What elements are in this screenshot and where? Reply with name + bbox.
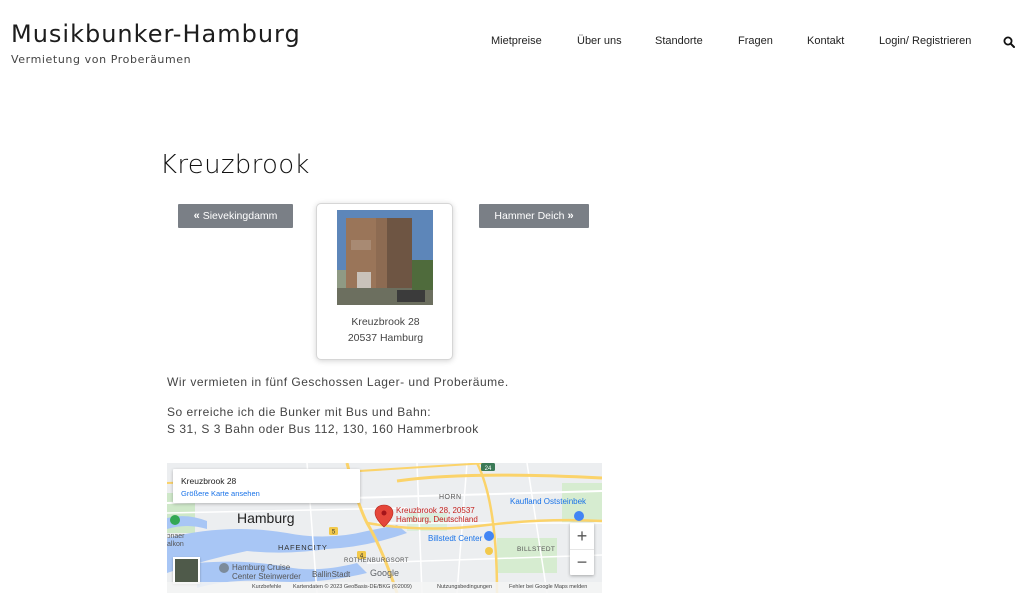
- nav-item-mietpreise[interactable]: Mietpreise: [491, 35, 542, 47]
- map-label-fonaer-line2: alkon: [167, 541, 184, 548]
- site-tagline: Vermietung von Proberäumen: [11, 53, 192, 66]
- map-report-link[interactable]: Fehler bei Google Maps melden: [509, 584, 587, 590]
- road-badge-24: 24: [485, 466, 492, 472]
- nav-item-fragen[interactable]: Fragen: [738, 35, 773, 47]
- nav-item-login[interactable]: Login/ Registrieren: [879, 35, 971, 47]
- map-zoom-controls: + −: [570, 523, 594, 575]
- map-label-ballinstadt[interactable]: BallinStadt: [312, 570, 350, 579]
- map-label-fonaer: ɔnaer alkon: [167, 533, 185, 549]
- map-label-hafencity: HAFENCITY: [278, 543, 328, 552]
- zoom-in-button[interactable]: +: [570, 523, 594, 549]
- google-map[interactable]: 24 5 4 Kreuzbrook 28 Größere Karte anseh…: [167, 463, 602, 593]
- next-location-button[interactable]: Hammer Deich »: [479, 204, 589, 228]
- map-label-horn: HORN: [439, 494, 462, 501]
- main-nav: Mietpreise Über uns Standorte Fragen Kon…: [0, 35, 1024, 51]
- map-pin-label-line1: Kreuzbrook 28, 20537: [396, 506, 475, 515]
- prev-location-label: Sievekingdamm: [202, 210, 278, 222]
- search-icon[interactable]: [1003, 36, 1015, 48]
- map-label-cruise-center[interactable]: Hamburg Cruise Center Steinwerder: [232, 563, 301, 581]
- map-place-title: Kreuzbrook 28: [181, 476, 237, 486]
- google-logo: Google: [370, 568, 400, 578]
- map-pin-label[interactable]: Kreuzbrook 28, 20537 Hamburg, Deutschlan…: [396, 506, 478, 524]
- map-footer: Kurzbefehle Kartendaten © 2023 GeoBasis-…: [167, 582, 602, 593]
- zoom-out-button[interactable]: −: [570, 549, 594, 575]
- map-place-card: Kreuzbrook 28 Größere Karte ansehen: [173, 469, 360, 503]
- next-location-label: Hammer Deich: [494, 210, 565, 222]
- content-paragraph-transport-intro: So erreiche ich die Bunker mit Bus und B…: [167, 405, 432, 419]
- map-label-hamburg: Hamburg: [237, 510, 295, 526]
- map-label-fonaer-line1: ɔnaer: [167, 533, 185, 540]
- map-label-cruise-line1: Hamburg Cruise: [232, 563, 291, 572]
- nav-item-kontakt[interactable]: Kontakt: [807, 35, 844, 47]
- nav-item-standorte[interactable]: Standorte: [655, 35, 703, 47]
- content-paragraph-storage: Wir vermieten in fünf Geschossen Lager- …: [167, 375, 509, 389]
- map-label-cruise-line2: Center Steinwerder: [232, 572, 301, 581]
- bunker-photo: [337, 210, 433, 305]
- double-chevron-left-icon: «: [193, 210, 200, 222]
- map-label-billstedt: BILLSTEDT: [517, 546, 556, 553]
- larger-map-link[interactable]: Größere Karte ansehen: [181, 489, 260, 498]
- card-address-street: Kreuzbrook 28: [351, 316, 420, 328]
- map-label-billstedt-center[interactable]: Billstedt Center: [428, 534, 482, 543]
- map-attribution: Kartendaten © 2023 GeoBasis-DE/BKG (©200…: [293, 584, 412, 590]
- satellite-toggle-thumbnail[interactable]: [173, 557, 200, 584]
- prev-location-button[interactable]: « Sievekingdamm: [178, 204, 293, 228]
- card-address-city: 20537 Hamburg: [347, 332, 424, 344]
- page-title: Kreuzbrook: [160, 150, 310, 180]
- map-label-kaufland[interactable]: Kaufland Oststeinbek: [510, 497, 586, 506]
- map-terms-link[interactable]: Nutzungsbedingungen: [437, 584, 492, 590]
- map-keyboard-shortcuts[interactable]: Kurzbefehle: [252, 584, 281, 590]
- content-paragraph-transport-lines: S 31, S 3 Bahn oder Bus 112, 130, 160 Ha…: [167, 422, 479, 436]
- double-chevron-right-icon: »: [567, 210, 574, 222]
- map-label-rothenburgsort: ROTHENBURGSORT: [344, 558, 409, 564]
- map-pin-label-line2: Hamburg, Deutschland: [396, 515, 478, 524]
- location-card: Kreuzbrook 28 20537 Hamburg: [316, 203, 453, 360]
- nav-item-ueber-uns[interactable]: Über uns: [577, 35, 622, 47]
